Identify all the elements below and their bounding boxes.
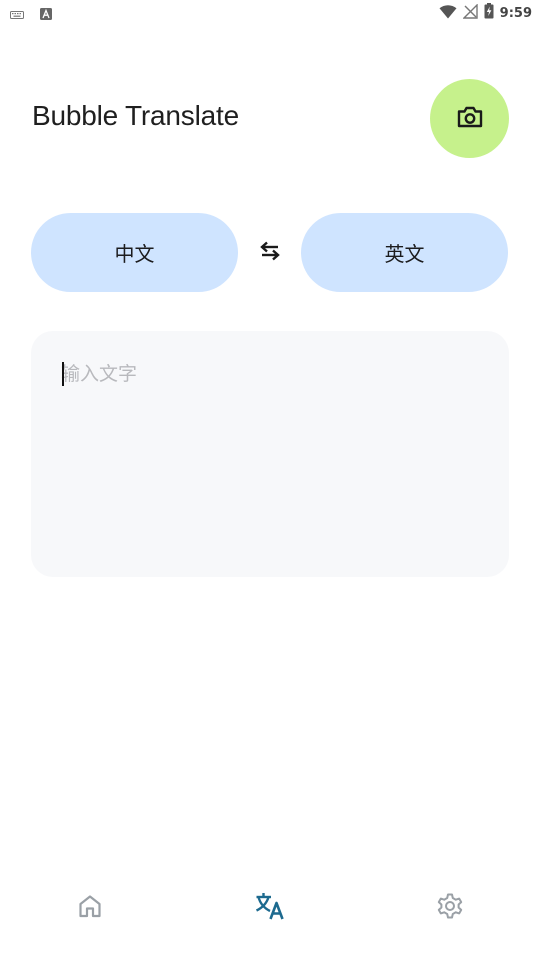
bottom-navigation [0,880,540,936]
swap-arrows-icon [259,241,281,265]
settings-gear-icon [436,892,464,924]
nav-settings[interactable] [420,880,480,936]
status-time: 9:59 [499,5,532,21]
target-language-button[interactable]: 英文 [301,213,508,292]
translate-icon [255,892,285,924]
home-icon [77,893,103,923]
nav-home[interactable] [60,880,120,936]
swap-languages-button[interactable] [252,238,288,268]
status-bar: 9:59 [0,0,540,26]
text-input[interactable] [61,359,481,389]
target-language-label: 英文 [384,242,425,266]
wifi-icon [439,4,457,23]
source-language-button[interactable]: 中文 [31,213,238,292]
text-input-card [31,331,509,577]
nav-translate[interactable] [240,880,300,936]
app-title: Bubble Translate [32,100,239,131]
no-signal-icon [461,2,478,23]
font-a-icon [40,5,52,24]
camera-icon [456,105,484,133]
battery-charging-icon [484,3,494,23]
camera-button[interactable] [430,79,509,158]
status-left-icons [10,5,52,24]
text-cursor [62,362,64,386]
source-language-label: 中文 [114,242,155,266]
status-right-icons: 9:59 [439,2,532,23]
keyboard-icon [10,5,24,24]
